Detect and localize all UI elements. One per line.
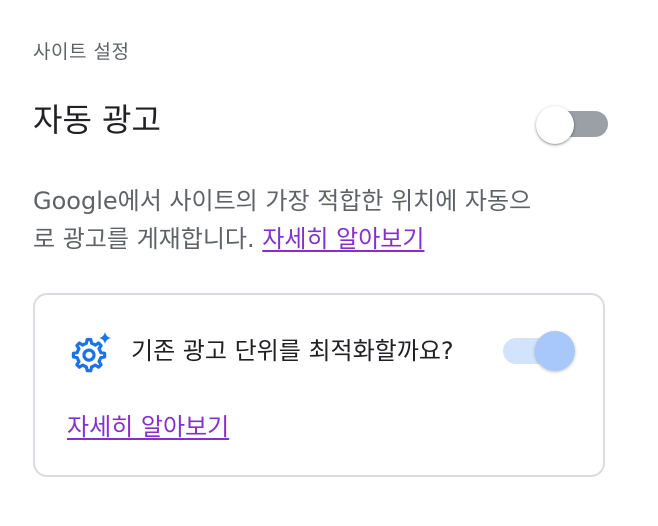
optimize-ad-units-card: 기존 광고 단위를 최적화할까요? 자세히 알아보기 xyxy=(33,293,605,477)
settings-sparkle-icon xyxy=(69,331,113,375)
optimize-question: 기존 광고 단위를 최적화할까요? xyxy=(131,337,454,365)
optimize-toggle[interactable] xyxy=(503,331,579,371)
learn-more-link[interactable]: 자세히 알아보기 xyxy=(262,225,424,253)
toggle-thumb xyxy=(535,331,575,371)
auto-ads-toggle[interactable] xyxy=(536,106,610,144)
auto-ads-title: 자동 광고 xyxy=(33,101,161,139)
section-label: 사이트 설정 xyxy=(33,41,130,63)
auto-ads-row: 자동 광고 xyxy=(33,98,609,148)
card-learn-more-link[interactable]: 자세히 알아보기 xyxy=(67,409,229,445)
auto-ads-description: Google에서 사이트의 가장 적합한 위치에 자동으로 광고를 게재합니다.… xyxy=(33,182,553,258)
toggle-thumb xyxy=(536,106,574,144)
